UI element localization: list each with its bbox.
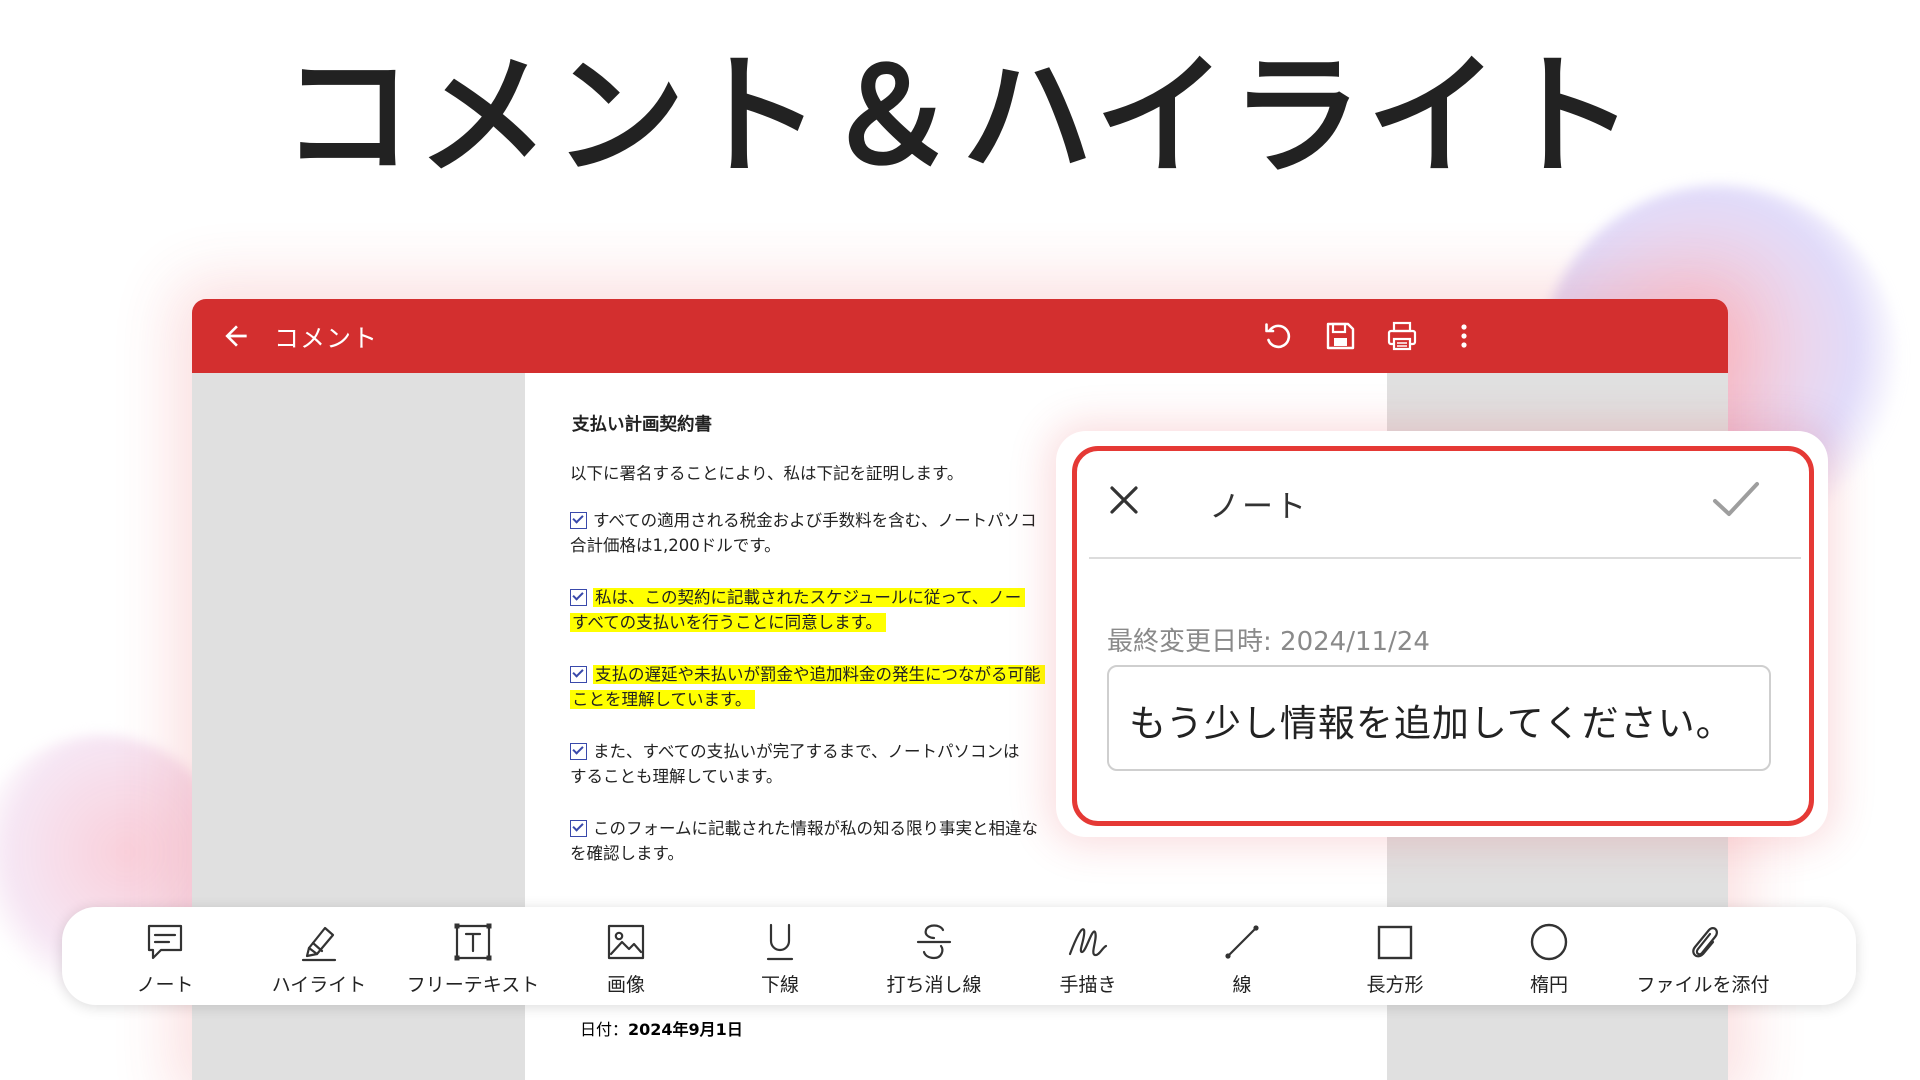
free-text-icon bbox=[449, 918, 497, 966]
print-icon bbox=[1387, 321, 1417, 351]
line-icon bbox=[1218, 918, 1266, 966]
more-vert-icon bbox=[1461, 324, 1467, 348]
checklist-item-text: 私は、この契約に記載されたスケジュールに従って、ノー bbox=[593, 588, 1026, 607]
undo-button[interactable] bbox=[1260, 318, 1296, 354]
note-text-field[interactable]: もう少し情報を追加してください。 bbox=[1107, 665, 1771, 771]
document-date: 日付：2024年9月1日 bbox=[580, 1016, 743, 1040]
checklist-item: 支払の遅延や未払いが罰金や追加料金の発生につながる可能ことを理解しています。 bbox=[570, 662, 1045, 712]
close-button[interactable] bbox=[1105, 481, 1143, 519]
checklist-item-text: することも理解しています。 bbox=[570, 767, 783, 786]
close-icon bbox=[1110, 486, 1138, 514]
note-dialog-frame: ノート 最終変更日時: 2024/11/24 もう少し情報を追加してください。 bbox=[1072, 446, 1814, 826]
note-modified-date: 最終変更日時: 2024/11/24 bbox=[1107, 627, 1430, 657]
checklist-item: すべての適用される税金および手数料を含む、ノートパソコ合計価格は1,200ドルで… bbox=[570, 508, 1045, 558]
checkbox-checked-icon[interactable] bbox=[570, 820, 587, 837]
freehand-icon bbox=[1064, 918, 1112, 966]
checkmark-icon bbox=[1713, 482, 1759, 516]
highlighter-icon bbox=[295, 918, 343, 966]
checklist-item-text: このフォームに記載された情報が私の知る限り事実と相違な bbox=[593, 819, 1039, 838]
checklist-item-text: また、すべての支払いが完了するまで、ノートパソコンは bbox=[593, 742, 1020, 761]
save-button[interactable] bbox=[1322, 318, 1358, 354]
date-value: 2024年9月1日 bbox=[628, 1020, 743, 1039]
checkbox-checked-icon[interactable] bbox=[570, 589, 587, 606]
undo-icon bbox=[1265, 323, 1291, 349]
back-arrow-icon bbox=[225, 325, 247, 347]
note-dialog: ノート 最終変更日時: 2024/11/24 もう少し情報を追加してください。 bbox=[1056, 431, 1828, 837]
save-icon bbox=[1326, 322, 1355, 350]
strikethrough-icon bbox=[910, 918, 958, 966]
checklist-item: また、すべての支払いが完了するまで、ノートパソコンはすることも理解しています。 bbox=[570, 739, 1045, 789]
more-button[interactable] bbox=[1446, 318, 1482, 354]
checkbox-checked-icon[interactable] bbox=[570, 743, 587, 760]
ellipse-icon bbox=[1525, 918, 1573, 966]
tool-label: ファイルを添付 bbox=[1636, 974, 1770, 996]
checklist-item: このフォームに記載された情報が私の知る限り事実と相違なを確認します。 bbox=[570, 816, 1045, 866]
attach-file-icon bbox=[1679, 918, 1727, 966]
checklist-item-text: すべての適用される税金および手数料を含む、ノートパソコ bbox=[593, 511, 1037, 530]
checklist-item-text: 合計価格は1,200ドルです。 bbox=[570, 536, 781, 555]
checklist-item: 私は、この契約に記載されたスケジュールに従って、ノーすべての支払いを行うことに同… bbox=[570, 585, 1045, 635]
checklist-item-text: すべての支払いを行うことに同意します。 bbox=[570, 613, 887, 632]
document-intro: 以下に署名することにより、私は下記を証明します。 bbox=[570, 464, 964, 483]
print-button[interactable] bbox=[1384, 318, 1420, 354]
back-button[interactable] bbox=[220, 320, 252, 352]
rectangle-icon bbox=[1371, 918, 1419, 966]
document-items: すべての適用される税金および手数料を含む、ノートパソコ合計価格は1,200ドルで… bbox=[570, 508, 1045, 866]
divider bbox=[1089, 557, 1801, 559]
checklist-item-text: ことを理解しています。 bbox=[570, 690, 756, 709]
note-icon bbox=[141, 918, 189, 966]
hero-title: コメント＆ハイライト bbox=[281, 40, 1639, 194]
document-title: 支払い計画契約書 bbox=[572, 415, 712, 435]
checklist-item-text: 支払の遅延や未払いが罰金や追加料金の発生につながる可能 bbox=[593, 665, 1045, 684]
annotation-toolbar: ノート ハイライト フリーテキスト 画像 下線 打ち消し線 手描き線長方形 楕円 ファイルを添付 bbox=[62, 907, 1856, 1005]
app-bar: コメント bbox=[192, 299, 1728, 373]
app-title: コメント bbox=[274, 324, 379, 353]
underline-icon bbox=[756, 918, 804, 966]
checkbox-checked-icon[interactable] bbox=[570, 512, 587, 529]
confirm-button[interactable] bbox=[1711, 477, 1761, 521]
note-title: ノート bbox=[1209, 489, 1308, 525]
checklist-item-text: を確認します。 bbox=[570, 844, 684, 863]
image-icon bbox=[602, 918, 650, 966]
tool-attach-file[interactable]: ファイルを添付 bbox=[1623, 907, 1783, 1005]
document-content: 支払い計画契約書 以下に署名することにより、私は下記を証明します。 すべての適用… bbox=[570, 411, 1045, 893]
date-label: 日付： bbox=[580, 1020, 629, 1039]
checkbox-checked-icon[interactable] bbox=[570, 666, 587, 683]
